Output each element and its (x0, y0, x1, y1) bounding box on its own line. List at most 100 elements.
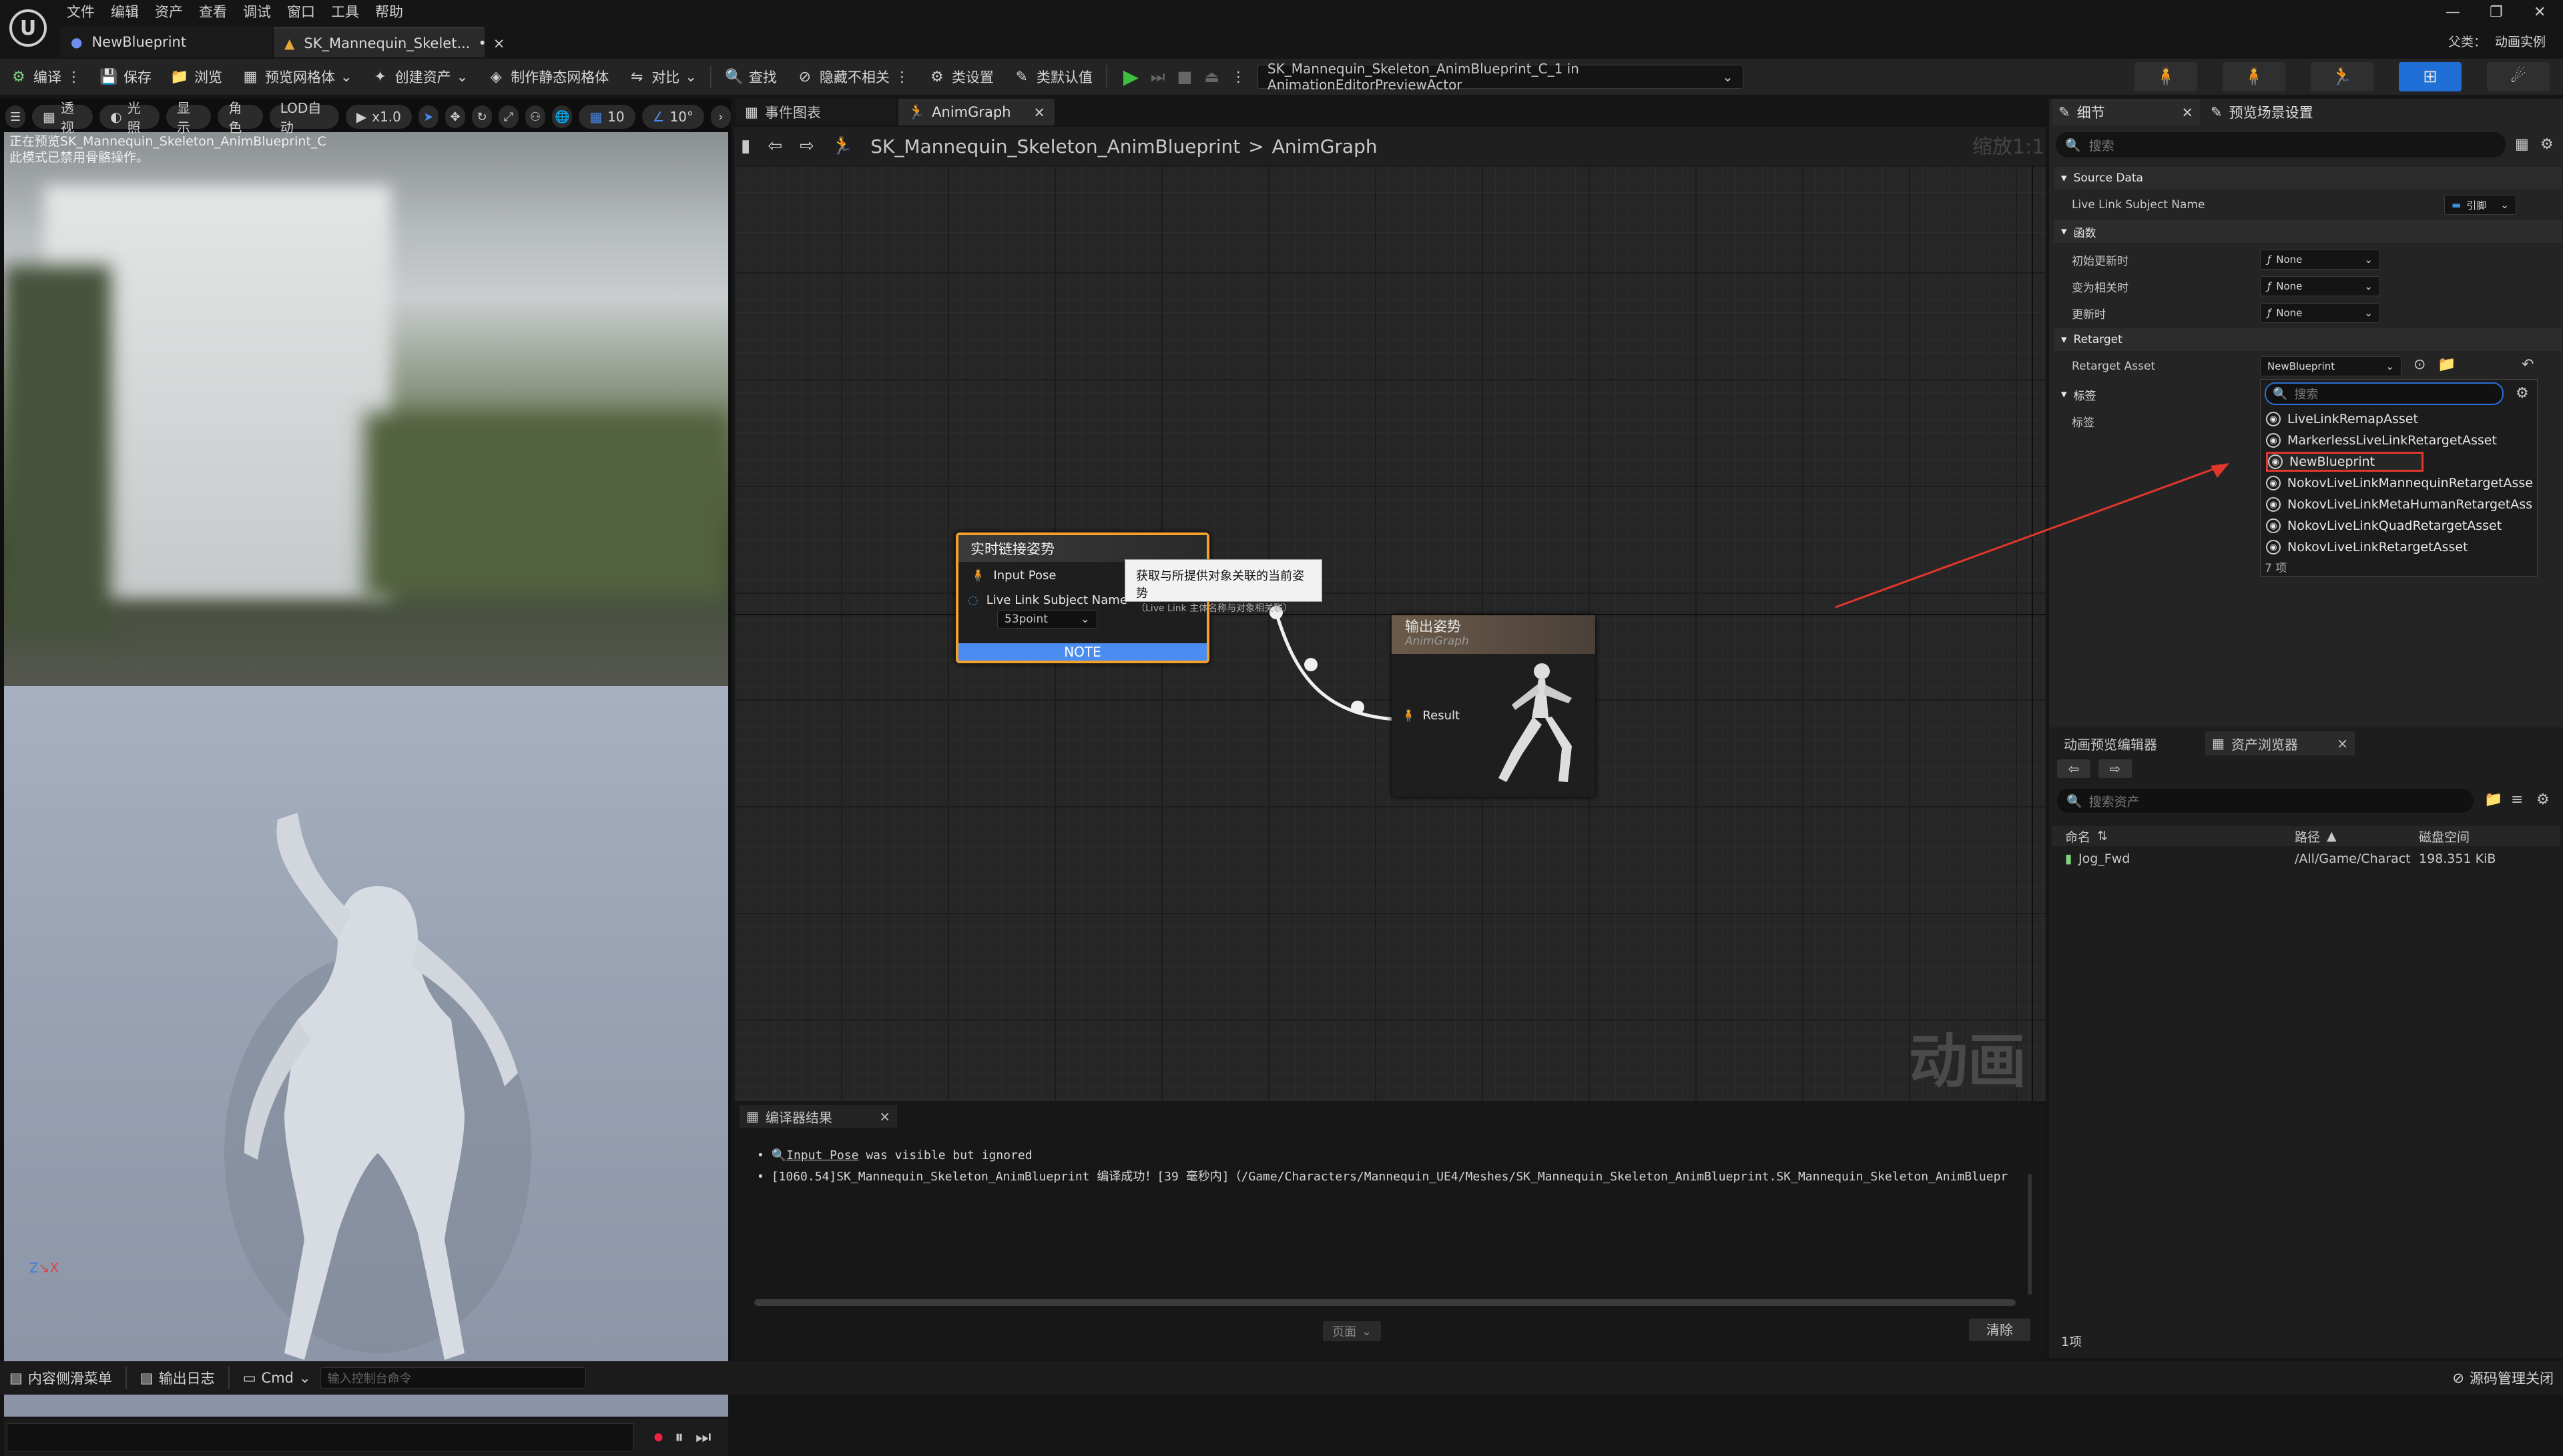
browse-button[interactable]: 📁 浏览 (161, 59, 232, 95)
clear-button[interactable]: 清除 (1969, 1319, 2030, 1341)
more-icon[interactable]: ⋮ (67, 69, 81, 85)
table-view-icon[interactable]: ▦ (2515, 136, 2529, 153)
tab-preview-scene-settings[interactable]: ✎ 预览场景设置 (2211, 99, 2384, 125)
menu-asset[interactable]: 资产 (155, 0, 199, 21)
close-icon[interactable]: × (493, 35, 505, 51)
eject-icon[interactable]: ⏏ (1204, 67, 1219, 86)
output-log-button[interactable]: ▤ 输出日志 (131, 1361, 224, 1395)
bone-icon[interactable]: ⚇ (525, 105, 546, 128)
update-function-combo[interactable]: ƒ None ⌄ (2260, 303, 2380, 323)
preview-viewport[interactable]: ☰ ▦ 透视 ◐ 光照 显示 角色 LOD自动 ▶ x1.0 ➤ ✥ ↻ ⤢ ⚇ 🌐 … (0, 99, 731, 1456)
details-search-input[interactable]: 🔍 搜索 (2056, 132, 2506, 157)
menu-help[interactable]: 帮助 (375, 0, 419, 21)
col-path[interactable]: 路径 (2295, 827, 2320, 845)
lighting-button[interactable]: ◐ 光照 (99, 100, 160, 135)
gear-icon[interactable]: ⚙ (2516, 385, 2529, 402)
log-link[interactable]: Input Pose (786, 1148, 858, 1162)
compile-button[interactable]: ⚙ 编译 ⋮ (0, 59, 90, 95)
subject-name-combo[interactable]: 53point ⌄ (997, 610, 1097, 629)
angle-snap-button[interactable]: ∠ 10° (641, 105, 704, 129)
col-size[interactable]: 磁盘空间 (2419, 827, 2470, 845)
hamburger-icon[interactable]: ☰ (5, 105, 26, 128)
menu-debug[interactable]: 调试 (243, 0, 287, 21)
character-button[interactable]: 角色 (218, 100, 263, 135)
section-functions[interactable]: ▾ 函数 (2054, 220, 2562, 243)
folder-icon[interactable]: 📁 (2484, 791, 2502, 808)
doc-tab-anim-blueprint[interactable]: ▲ SK_Mannequin_Skelet... • × (274, 27, 505, 57)
chevron-right-icon[interactable]: › (710, 105, 731, 128)
output-pose-node[interactable]: 输出姿势 AnimGraph 🧍 Result (1392, 615, 1595, 797)
stop-icon[interactable]: ■ (1177, 67, 1193, 86)
scale-tool-icon[interactable]: ⤢ (499, 105, 519, 128)
class-settings-button[interactable]: ⚙ 类设置 (918, 59, 1003, 95)
tab-event-graph[interactable]: ▦ 事件图表 (736, 99, 896, 125)
find-button[interactable]: 🔍 查找 (716, 59, 786, 95)
table-row[interactable]: ▮ Jog_Fwd /All/Game/Charact 198.351 KiB (2052, 849, 2560, 869)
horizontal-scrollbar[interactable] (754, 1299, 2016, 1306)
relevant-function-combo[interactable]: ƒ None ⌄ (2260, 276, 2380, 296)
create-asset-button[interactable]: ✦ 创建资产 ⌄ (362, 59, 478, 95)
close-icon[interactable]: × (879, 1108, 890, 1124)
picker-item[interactable]: ◉ NokovLiveLinkRetargetAsset (2266, 537, 2533, 557)
cmd-dropdown[interactable]: ▭ Cmd ⌄ (234, 1361, 320, 1395)
playback-speed-button[interactable]: ▶ x1.0 (345, 105, 412, 129)
make-static-mesh-button[interactable]: ◈ 制作静态网格体 (477, 59, 618, 95)
source-control-button[interactable]: ⊘ 源码管理关闭 (2443, 1361, 2563, 1395)
grid-snap-button[interactable]: ▦ 10 (579, 105, 635, 129)
forward-arrow-icon[interactable]: ⇨ (2098, 759, 2132, 778)
tab-anim-preview-editor[interactable]: 动画预览编辑器 (2057, 731, 2199, 755)
physics-mode-button[interactable]: ☄ (2487, 62, 2550, 91)
console-input[interactable]: 输入控制台命令 (320, 1367, 586, 1389)
more-icon[interactable]: ⋮ (895, 69, 909, 85)
gear-icon[interactable]: ⚙ (2540, 136, 2554, 153)
hide-unrelated-button[interactable]: ⊘ 隐藏不相关 ⋮ (786, 59, 918, 95)
lod-button[interactable]: LOD自动 (269, 100, 339, 135)
class-defaults-button[interactable]: ✎ 类默认值 (1003, 59, 1102, 95)
section-source-data[interactable]: ▾ Source Data (2054, 167, 2562, 190)
mesh-mode-button[interactable]: 🧍 (2223, 62, 2285, 91)
skeleton-mode-button[interactable]: 🧍 (2134, 62, 2197, 91)
picker-search-input[interactable]: 🔍 搜索 (2265, 382, 2504, 405)
rotate-tool-icon[interactable]: ↻ (472, 105, 493, 128)
menu-edit[interactable]: 编辑 (111, 0, 155, 21)
filter-icon[interactable]: ≡ (2511, 791, 2523, 808)
use-selected-icon[interactable]: ⊙ (2413, 356, 2426, 373)
minimize-icon[interactable]: — (2446, 4, 2460, 21)
step-forward-icon[interactable]: ⏭ (695, 1427, 711, 1448)
retarget-asset-combo[interactable]: NewBlueprint ⌄ (2260, 356, 2401, 376)
close-icon[interactable]: × (2181, 104, 2193, 120)
vertical-scrollbar[interactable] (2028, 1174, 2032, 1295)
col-name[interactable]: 命名 (2065, 827, 2090, 845)
back-arrow-icon[interactable]: ⇦ (2057, 759, 2090, 778)
content-drawer-button[interactable]: ▤ 内容侧滑菜单 (0, 1361, 121, 1395)
timeline-scrubber[interactable] (7, 1423, 634, 1451)
menu-tools[interactable]: 工具 (331, 0, 375, 21)
reset-arrow-icon[interactable]: ↶ (2522, 356, 2534, 373)
asset-search-input[interactable]: 🔍 搜索资产 (2057, 789, 2474, 813)
animation-mode-button[interactable]: 🏃 (2311, 62, 2373, 91)
perspective-button[interactable]: ▦ 透视 (32, 100, 93, 135)
translate-tool-icon[interactable]: ✥ (445, 105, 465, 128)
picker-item[interactable]: ◉ NokovLiveLinkMetaHumanRetargetAss (2266, 494, 2533, 514)
picker-item-selected[interactable]: ◉ NewBlueprint (2266, 452, 2424, 472)
tab-compiler-results[interactable]: ▦ 编译器结果 × (740, 1105, 897, 1128)
blueprint-mode-button[interactable]: ⊞ (2399, 62, 2462, 91)
menu-view[interactable]: 查看 (199, 0, 243, 21)
close-icon[interactable]: × (1033, 104, 1045, 120)
tab-asset-browser[interactable]: ▦ 资产浏览器 × (2205, 731, 2355, 755)
section-retarget[interactable]: ▾ Retarget (2054, 328, 2562, 351)
diff-button[interactable]: ⇋ 对比 ⌄ (618, 59, 706, 95)
doc-tab-newblueprint[interactable]: ● NewBlueprint (60, 27, 272, 57)
step-icon[interactable]: ⏭ (1151, 67, 1165, 86)
picker-item[interactable]: ◉ LiveLinkRemapAsset (2266, 409, 2533, 429)
close-icon[interactable]: × (2337, 735, 2348, 751)
show-button[interactable]: 显示 (166, 100, 212, 135)
gear-icon[interactable]: ⚙ (2536, 791, 2550, 808)
page-dropdown[interactable]: 页面 ⌄ (1323, 1321, 1382, 1341)
picker-item[interactable]: ◉ MarkerlessLiveLinkRetargetAsset (2266, 430, 2533, 450)
picker-item[interactable]: ◉ NokovLiveLinkMannequinRetargetAsse (2266, 473, 2533, 493)
close-window-icon[interactable]: ✕ (2534, 4, 2546, 21)
browse-folder-icon[interactable]: 📁 (2438, 356, 2456, 373)
menu-window[interactable]: 窗口 (287, 0, 331, 21)
world-icon[interactable]: 🌐 (552, 105, 573, 128)
